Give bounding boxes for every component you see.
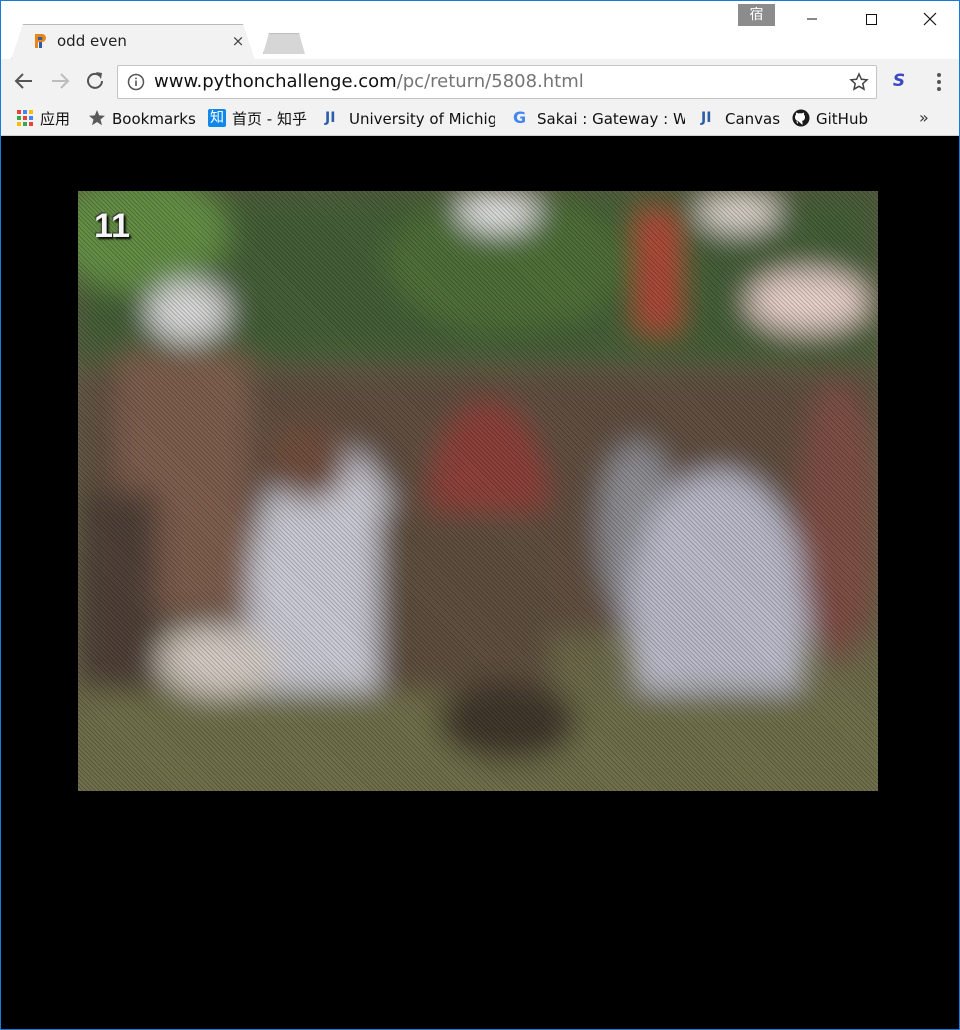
- browser-toolbar: www.pythonchallenge.com/pc/return/5808.h…: [1, 59, 959, 103]
- bookmarks-overflow-chevron-icon[interactable]: »: [919, 108, 929, 128]
- bookmarks-bar: 应用 Bookmarks 知 首页 - 知乎 JI University of …: [1, 103, 959, 136]
- maximize-icon: [866, 14, 877, 25]
- close-window-button[interactable]: [907, 1, 953, 37]
- apps-grid-icon: [17, 110, 33, 126]
- profile-badge[interactable]: 宿: [738, 4, 775, 26]
- google-icon: G: [513, 108, 527, 127]
- scanline-overlay: [78, 191, 878, 791]
- page-viewport: 11: [1, 136, 959, 1029]
- maximize-button[interactable]: [848, 1, 894, 37]
- bookmark-label: 应用: [40, 110, 71, 128]
- blurry-photo-image: 11: [78, 191, 878, 791]
- ji-icon: JI: [325, 110, 336, 126]
- zhihu-icon: 知: [208, 109, 226, 127]
- reload-icon[interactable]: [83, 69, 107, 93]
- minimize-button[interactable]: [789, 1, 835, 37]
- url-host: www.pythonchallenge.com: [154, 71, 397, 92]
- minimize-icon: [807, 18, 817, 20]
- url-path: /pc/return/5808.html: [396, 71, 584, 92]
- title-bar: odd even × 宿: [1, 1, 959, 60]
- url-text[interactable]: www.pythonchallenge.com/pc/return/5808.h…: [154, 72, 584, 92]
- bookmark-zhihu[interactable]: 知 首页 - 知乎: [208, 108, 313, 130]
- bookmark-sakai-gateway[interactable]: G Sakai : Gateway : We: [513, 108, 685, 130]
- bookmark-label: Canvas: [725, 110, 781, 128]
- bookmark-label: University of Michig: [349, 110, 495, 128]
- browser-window: odd even × 宿 www.pythonchallenge.com/pc/…: [0, 0, 960, 1030]
- tab-title: odd even: [57, 32, 127, 50]
- address-bar[interactable]: www.pythonchallenge.com/pc/return/5808.h…: [117, 65, 877, 99]
- star-icon[interactable]: [849, 72, 869, 92]
- menu-dots-icon[interactable]: [930, 71, 948, 93]
- bookmark-bookmarks-folder[interactable]: Bookmarks: [88, 108, 198, 130]
- bookmark-label: 首页 - 知乎: [232, 110, 307, 128]
- image-number-label: 11: [94, 207, 130, 245]
- bookmark-label: Bookmarks: [112, 110, 196, 128]
- forward-arrow-icon[interactable]: [48, 69, 72, 93]
- bookmark-canvas[interactable]: JI Canvas: [701, 108, 781, 130]
- new-tab-button[interactable]: [263, 33, 305, 54]
- bookmark-university-of-michigan[interactable]: JI University of Michig: [325, 108, 495, 130]
- info-icon[interactable]: [127, 73, 145, 91]
- back-arrow-icon[interactable]: [12, 69, 36, 93]
- bookmark-label: Sakai : Gateway : We: [537, 110, 685, 128]
- extension-icon[interactable]: S: [889, 71, 909, 91]
- python-challenge-favicon-icon: [35, 34, 46, 48]
- bookmark-github[interactable]: GitHub: [792, 108, 874, 130]
- close-icon: [923, 12, 937, 26]
- github-icon: [792, 109, 810, 127]
- ji-icon: JI: [701, 110, 712, 126]
- bookmark-apps[interactable]: 应用: [16, 108, 76, 130]
- bookmark-label: GitHub: [816, 110, 868, 128]
- star-icon: [89, 110, 105, 126]
- tab-close-icon[interactable]: ×: [230, 31, 246, 51]
